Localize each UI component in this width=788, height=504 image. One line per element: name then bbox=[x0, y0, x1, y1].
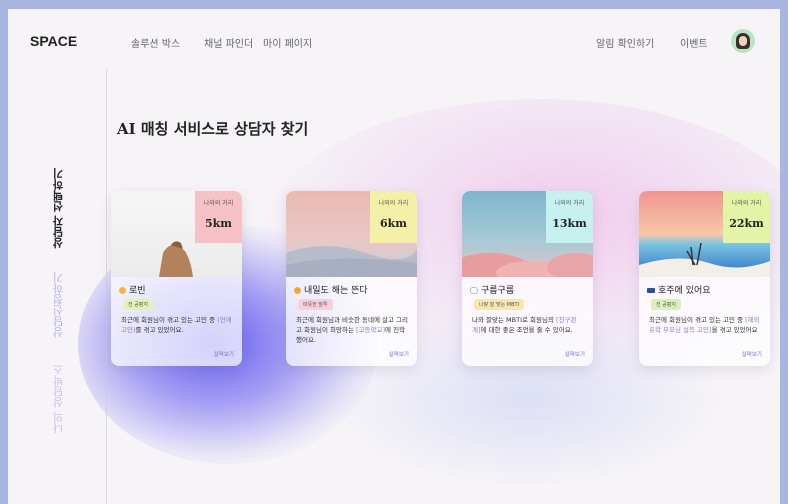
counselor-card[interactable]: 나와의 거리 5km 로빈 전 공평지 최근에 회원님이 겪고 있는 고민 중 … bbox=[111, 191, 242, 366]
logo[interactable]: SPACE bbox=[30, 33, 77, 49]
card-description: 최근에 회원님이 겪고 있는 고민 중 (연애 고민)를 겪고 있었어요. bbox=[121, 315, 234, 335]
desc-text: 에 대한 좋은 조언을 줄 수 있어요. bbox=[480, 326, 573, 334]
distance-box: 나와의 거리 6km bbox=[370, 191, 417, 243]
view-more-link[interactable]: 살펴보기 bbox=[565, 350, 585, 358]
tab-choose-counselor[interactable]: 상담자 선택하기 bbox=[51, 168, 67, 249]
desc-text: 최근에 회원님이 겪고 있는 고민 중 bbox=[649, 316, 746, 324]
distance-label: 나와의 거리 bbox=[731, 200, 762, 207]
desc-text: 을 겪고 있었어요 bbox=[711, 326, 758, 334]
counselor-card[interactable]: 나와의 거리 6km 내일도 해는 뜬다 따뜻한 말투 최근에 회원님과 비슷한… bbox=[286, 191, 417, 366]
card-description: 최근에 회원님이 겪고 있는 고민 중 [해외 유학 부모님 설득 고민]을 겪… bbox=[649, 315, 762, 335]
avatar[interactable] bbox=[731, 29, 755, 53]
counselor-card[interactable]: 나와의 거리 13km 구름구름 나랑 잘 맞는 MBTI 나와 잘맞는 MBT… bbox=[462, 191, 593, 366]
sidebar-divider bbox=[106, 69, 107, 504]
counselor-card[interactable]: 나와의 거리 22km 호주에 있어요 전 공평지 최근에 회원님이 겪고 있는… bbox=[639, 191, 770, 366]
trait-badge: 따뜻한 말투 bbox=[298, 299, 333, 310]
page-title: AI 매칭 서비스로 상담자 찾기 bbox=[117, 120, 309, 138]
avatar-face bbox=[739, 36, 747, 46]
counselor-name: 구름구름 bbox=[470, 283, 514, 296]
distance-label: 나와의 거리 bbox=[378, 200, 409, 207]
distance-label: 나와의 거리 bbox=[554, 200, 585, 207]
distance-value: 5km bbox=[205, 217, 232, 230]
emoji-icon bbox=[294, 287, 301, 294]
desc-text: 나와 잘맞는 MBTI로 회원님의 bbox=[472, 316, 557, 324]
nav-solution-box[interactable]: 솔루션 박스 bbox=[131, 35, 180, 50]
desc-text: 최근에 회원님이 겪고 있는 고민 중 bbox=[121, 316, 218, 324]
nav-my-page[interactable]: 마이 페이지 bbox=[263, 35, 312, 50]
tab-my-counsel-box[interactable]: 나의 상담박스 bbox=[51, 364, 67, 434]
cloud-icon bbox=[470, 287, 478, 294]
counselor-name: 호주에 있어요 bbox=[647, 283, 711, 296]
nav-channel-finder[interactable]: 채널 파인더 bbox=[204, 35, 253, 50]
view-more-link[interactable]: 살펴보기 bbox=[214, 350, 234, 358]
card-description: 나와 잘맞는 MBTI로 회원님의 [친구관계]에 대한 좋은 조언을 줄 수 … bbox=[472, 315, 585, 335]
counselor-name-text: 로빈 bbox=[129, 286, 146, 296]
nav-events[interactable]: 이벤트 bbox=[680, 35, 708, 50]
view-more-link[interactable]: 살펴보기 bbox=[389, 350, 409, 358]
trait-badge: 전 공평지 bbox=[123, 299, 153, 310]
tab-apply-counseling[interactable]: 상담신청하기 bbox=[51, 272, 67, 338]
trait-badge: 나랑 잘 맞는 MBTI bbox=[474, 299, 525, 310]
counselor-name: 로빈 bbox=[119, 283, 146, 296]
flag-icon bbox=[647, 288, 655, 293]
distance-label: 나와의 거리 bbox=[203, 200, 234, 207]
distance-value: 13km bbox=[552, 217, 587, 230]
distance-value: 22km bbox=[729, 217, 764, 230]
counselor-name-text: 내일도 해는 뜬다 bbox=[304, 286, 368, 296]
distance-box: 나와의 거리 13km bbox=[546, 191, 593, 243]
distance-value: 6km bbox=[380, 217, 407, 230]
view-more-link[interactable]: 살펴보기 bbox=[742, 350, 762, 358]
emoji-icon bbox=[119, 287, 126, 294]
desc-text: 를 겪고 있었어요. bbox=[135, 326, 184, 334]
card-description: 최근에 회원님과 비슷한 동네에 살고 그리고 회원님이 희망하는 [고등학교]… bbox=[296, 315, 409, 345]
distance-box: 나와의 거리 5km bbox=[195, 191, 242, 243]
desc-highlight: [고등학교] bbox=[356, 326, 386, 334]
nav-notifications[interactable]: 알림 확인하기 bbox=[596, 35, 654, 50]
distance-box: 나와의 거리 22km bbox=[723, 191, 770, 243]
counselor-name-text: 호주에 있어요 bbox=[658, 286, 711, 296]
trait-badge: 전 공평지 bbox=[651, 299, 681, 310]
counselor-name-text: 구름구름 bbox=[481, 286, 515, 296]
counselor-name: 내일도 해는 뜬다 bbox=[294, 283, 368, 296]
